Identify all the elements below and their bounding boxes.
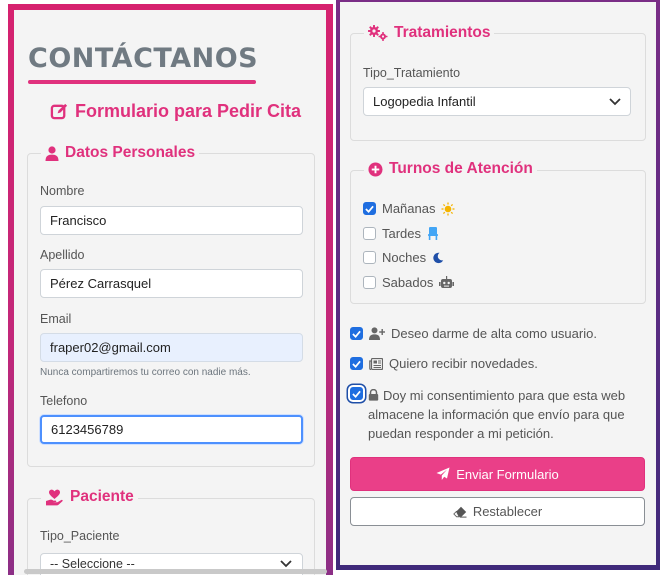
telefono-value: 6123456789	[51, 422, 124, 437]
horizontal-scrollbar[interactable]	[24, 569, 327, 574]
noches-checkbox[interactable]	[363, 251, 376, 264]
robot-icon	[439, 276, 455, 289]
consentimiento-checkbox[interactable]	[350, 387, 363, 400]
mananas-checkbox[interactable]	[363, 202, 376, 215]
enviar-formulario-button[interactable]: Enviar Formulario	[350, 457, 645, 491]
turno-noches[interactable]: Noches	[363, 250, 444, 265]
telefono-label: Telefono	[40, 394, 88, 408]
chevron-down-icon	[609, 97, 621, 106]
consentimiento-option: Doy mi consentimiento para que esta web …	[368, 386, 638, 443]
chair-icon	[427, 227, 439, 240]
alta-usuario-checkbox[interactable]	[350, 327, 363, 340]
nombre-field[interactable]: Francisco	[40, 206, 303, 235]
apellido-field[interactable]: Pérez Carrasquel	[40, 269, 303, 298]
alta-usuario-label: Deseo darme de alta como usuario.	[391, 326, 597, 341]
tipo-tratamiento-label: Tipo_Tratamiento	[363, 66, 461, 80]
datos-personales-label: Datos Personales	[65, 144, 196, 161]
consentimiento-checkbox-wrap[interactable]	[350, 387, 363, 400]
title-underline	[28, 80, 256, 84]
telefono-field[interactable]: 6123456789	[40, 415, 303, 444]
tipo-tratamiento-select[interactable]: Logopedia Infantil	[363, 87, 631, 116]
novedades-checkbox[interactable]	[350, 357, 363, 370]
consentimiento-label: Doy mi consentimiento para que esta web …	[368, 388, 626, 441]
nombre-value: Francisco	[50, 213, 107, 228]
tardes-checkbox[interactable]	[363, 227, 376, 240]
edit-icon	[50, 102, 69, 121]
restablecer-label: Restablecer	[472, 504, 543, 519]
novedades-option[interactable]: Quiero recibir novedades.	[350, 356, 538, 371]
tardes-label: Tardes	[382, 226, 422, 241]
nombre-label: Nombre	[40, 184, 85, 198]
noches-label: Noches	[382, 250, 427, 265]
email-value: fraper02@gmail.com	[50, 340, 171, 355]
enviar-label: Enviar Formulario	[456, 466, 559, 482]
newspaper-icon	[369, 357, 383, 370]
form-heading-text: Formulario para Pedir Cita	[75, 101, 302, 121]
paciente-legend: Paciente	[41, 488, 138, 506]
page-title: CONTÁCTANOS	[28, 43, 259, 74]
form-heading: Formulario para Pedir Cita	[50, 101, 301, 122]
moon-icon	[432, 252, 444, 264]
turno-sabados[interactable]: Sabados	[363, 275, 455, 290]
sabados-label: Sabados	[382, 275, 434, 290]
sun-icon	[441, 202, 455, 216]
paciente-label: Paciente	[70, 488, 134, 505]
user-icon	[45, 145, 59, 161]
email-field[interactable]: fraper02@gmail.com	[40, 333, 303, 362]
turno-tardes[interactable]: Tardes	[363, 226, 439, 241]
datos-personales-legend: Datos Personales	[41, 144, 200, 162]
eraser-icon	[453, 506, 467, 518]
user-plus-icon	[369, 327, 385, 340]
chevron-down-icon	[280, 560, 292, 568]
email-label: Email	[40, 312, 72, 326]
sabados-checkbox[interactable]	[363, 276, 376, 289]
novedades-label: Quiero recibir novedades.	[389, 356, 538, 371]
turnos-legend: Turnos de Atención	[364, 160, 537, 178]
tipo-tratamiento-value: Logopedia Infantil	[373, 94, 476, 109]
email-help-text: Nunca compartiremos tu correo con nadie …	[40, 367, 251, 378]
paper-plane-icon	[436, 467, 450, 481]
tratamientos-label: Tratamientos	[394, 24, 491, 41]
hand-heart-icon	[45, 489, 64, 506]
alta-usuario-option[interactable]: Deseo darme de alta como usuario.	[350, 326, 597, 341]
turno-mananas[interactable]: Mañanas	[363, 201, 455, 216]
tipo-paciente-label: Tipo_Paciente	[40, 529, 120, 543]
plus-circle-icon	[368, 161, 383, 177]
apellido-label: Apellido	[40, 248, 85, 262]
restablecer-button[interactable]: Restablecer	[350, 497, 645, 526]
apellido-value: Pérez Carrasquel	[50, 276, 152, 291]
tratamientos-legend: Tratamientos	[364, 24, 495, 42]
mananas-label: Mañanas	[382, 201, 436, 216]
gears-icon	[368, 25, 388, 41]
turnos-label: Turnos de Atención	[389, 160, 533, 177]
lock-icon	[368, 389, 379, 401]
